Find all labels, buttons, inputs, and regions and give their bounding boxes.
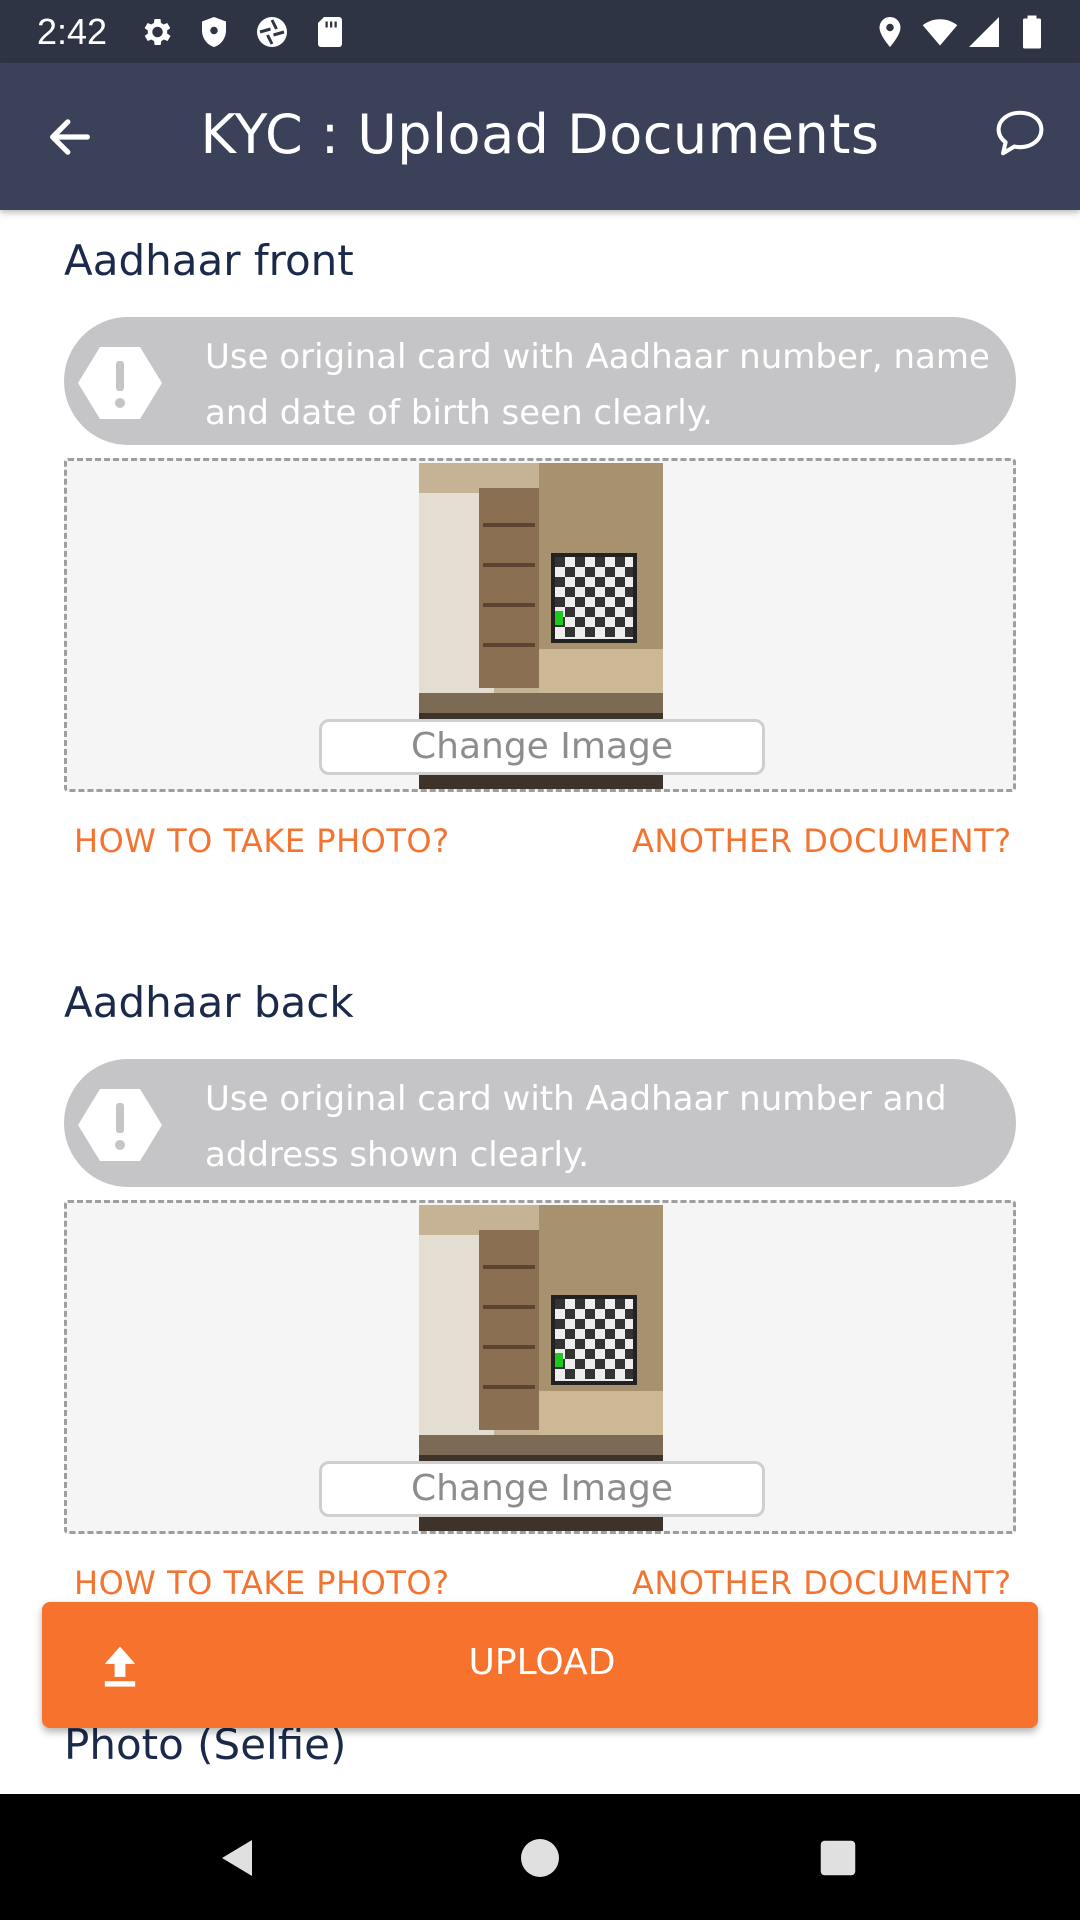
info-banner: Use original card with Aadhaar number an… (64, 1059, 1016, 1187)
shield-icon (196, 14, 232, 50)
camera-shutter-icon (254, 14, 290, 50)
location-icon (872, 14, 908, 50)
section-title: Aadhaar front (64, 236, 354, 285)
nav-home-icon[interactable] (512, 1830, 568, 1886)
info-text: Use original card with Aadhaar number, n… (205, 337, 990, 433)
change-image-button[interactable]: Change Image (319, 719, 765, 775)
wifi-icon (922, 14, 958, 50)
image-upload-area[interactable]: Change Image (64, 458, 1016, 792)
info-text: Use original card with Aadhaar number an… (205, 1079, 947, 1175)
page-title: KYC : Upload Documents (200, 103, 880, 166)
nav-back-icon[interactable] (210, 1830, 266, 1886)
how-to-take-photo-link[interactable]: HOW TO TAKE PHOTO? (74, 1564, 450, 1602)
another-document-link[interactable]: ANOTHER DOCUMENT? (632, 822, 1012, 860)
alert-icon (78, 347, 162, 419)
change-image-button[interactable]: Change Image (319, 1461, 765, 1517)
signal-icon (966, 14, 1002, 50)
app-bar: KYC : Upload Documents (0, 63, 1080, 210)
section-title: Aadhaar back (64, 978, 354, 1027)
settings-icon (138, 14, 174, 50)
upload-button[interactable]: UPLOAD (42, 1602, 1038, 1728)
sd-card-icon (312, 14, 348, 50)
upload-label: UPLOAD (468, 1642, 616, 1683)
nav-recents-icon[interactable] (810, 1830, 866, 1886)
alert-icon (78, 1089, 162, 1161)
status-time: 2:42 (37, 11, 108, 52)
image-upload-area[interactable]: Change Image (64, 1200, 1016, 1534)
status-bar: 2:42 (0, 0, 1080, 63)
another-document-link[interactable]: ANOTHER DOCUMENT? (632, 1564, 1012, 1602)
how-to-take-photo-link[interactable]: HOW TO TAKE PHOTO? (74, 822, 450, 860)
info-banner: Use original card with Aadhaar number, n… (64, 317, 1016, 445)
chat-bubble-icon[interactable] (990, 103, 1050, 163)
battery-icon (1014, 14, 1050, 50)
system-nav-bar (0, 1794, 1080, 1920)
